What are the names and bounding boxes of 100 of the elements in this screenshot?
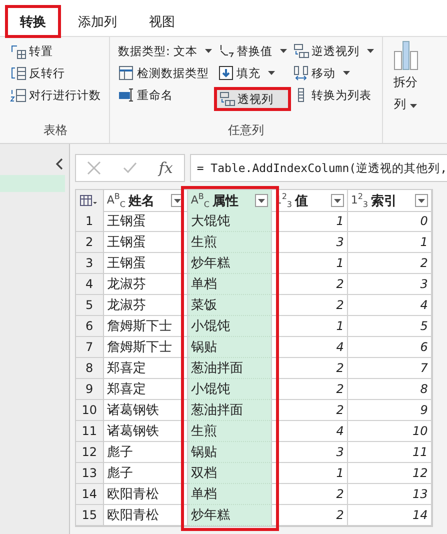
table-cell: 锅贴 [188, 442, 272, 463]
filter-dropdown-icon[interactable] [330, 194, 344, 207]
table-cell: 13 [348, 484, 432, 505]
row-number: 2 [76, 232, 104, 253]
table-cell: 11 [348, 442, 432, 463]
column-header[interactable]: 1$^{2}$$_{3}$ 索引 [348, 190, 432, 212]
move-icon [292, 65, 309, 81]
table-cell: 2 [272, 358, 348, 379]
table-cell: 小馄饨 [188, 316, 272, 337]
ribbon-button[interactable]: 逆透视列 [290, 40, 376, 62]
table-cell: 1 [272, 211, 348, 232]
row-number: 5 [76, 295, 104, 316]
table-cell: 生煎 [188, 421, 272, 442]
table-cell: 1 [272, 316, 348, 337]
ribbon-button[interactable]: 反转行 [8, 62, 103, 84]
pivot-icon [218, 91, 235, 107]
table-cell: 2 [272, 274, 348, 295]
ribbon-tab[interactable]: 视图 [137, 7, 187, 36]
check-icon[interactable] [122, 162, 137, 174]
table-cell: 小馄饨 [188, 379, 272, 400]
rename-icon [118, 87, 134, 103]
table-cell: 3 [272, 232, 348, 253]
table-cell: 0 [348, 211, 432, 232]
transpose-icon [10, 43, 26, 59]
row-number: 9 [76, 379, 104, 400]
ribbon-button[interactable]: 替换值 [216, 40, 289, 62]
ribbon-tab[interactable]: 转换 [8, 7, 58, 36]
table-cell: 炒年糕 [188, 253, 272, 274]
row-number: 15 [76, 505, 104, 526]
fx-label[interactable]: fx [158, 159, 173, 177]
ribbon-button[interactable]: 填充 [216, 62, 289, 84]
row-number: 3 [76, 253, 104, 274]
table-cell: 4 [272, 421, 348, 442]
count-rows-icon [10, 87, 26, 103]
table-cell: 3 [348, 274, 432, 295]
ribbon-button[interactable]: 检测数据类型 [116, 62, 214, 84]
table-cell: 大馄饨 [188, 211, 272, 232]
replace-icon [218, 43, 234, 59]
table-cell: 14 [348, 505, 432, 526]
table-menu-icon[interactable] [76, 190, 104, 212]
ribbon-button[interactable]: 对行进行计数 [8, 84, 103, 106]
table-cell: 2 [348, 253, 432, 274]
table-cell: 炒年糕 [188, 505, 272, 526]
table-icon [118, 65, 134, 81]
ribbon-button[interactable]: 转换为列表 [290, 84, 376, 106]
table-cell: 1 [348, 232, 432, 253]
table-cell: 12 [348, 463, 432, 484]
table-cell: 单档 [188, 274, 272, 295]
column-header[interactable]: A$^{B}$$_{C}$ 属性 [188, 190, 272, 212]
table-cell: 2 [272, 484, 348, 505]
ribbon-tab[interactable]: 添加列 [66, 7, 129, 36]
row-number: 7 [76, 337, 104, 358]
row-number: 8 [76, 358, 104, 379]
row-number: 4 [76, 274, 104, 295]
row-number: 10 [76, 400, 104, 421]
table-cell: 1 [272, 253, 348, 274]
table-cell: 8 [348, 379, 432, 400]
table-cell: 欧阳青松 [104, 505, 188, 526]
table-cell: 菜饭 [188, 295, 272, 316]
table-cell: 葱油拌面 [188, 400, 272, 421]
group-label: 表格 [42, 122, 68, 139]
table-cell: 2 [272, 505, 348, 526]
table-cell: 9 [348, 400, 432, 421]
table-cell: 7 [348, 358, 432, 379]
table-cell: 2 [272, 295, 348, 316]
table-cell: 2 [272, 400, 348, 421]
ribbon-button[interactable]: 转置 [8, 40, 103, 62]
fill-down-icon [218, 65, 234, 81]
table-cell: 锅贴 [188, 337, 272, 358]
filter-dropdown-icon[interactable] [254, 194, 268, 207]
table-cell: 6 [348, 337, 432, 358]
table-cell: 1 [272, 463, 348, 484]
table-cell: 3 [272, 442, 348, 463]
table-cell: 双档 [188, 463, 272, 484]
split-column-icon [392, 39, 420, 71]
row-number: 12 [76, 442, 104, 463]
formula-field[interactable]: = Table.AddIndexColumn(逆透视的其他列, [190, 154, 447, 182]
row-number: 14 [76, 484, 104, 505]
column-header[interactable]: A$^{B}$$_{C}$ 姓名 [104, 190, 188, 212]
pivot-icon [292, 43, 309, 59]
table-cell: 10 [348, 421, 432, 442]
table-cell: 2 [272, 379, 348, 400]
table-cell: 4 [348, 295, 432, 316]
ribbon-button[interactable]: 移动 [290, 62, 376, 84]
ribbon-button[interactable]: 重命名 [116, 84, 214, 106]
collapse-icon[interactable] [54, 158, 63, 170]
row-number: 11 [76, 421, 104, 442]
ribbon-button[interactable]: 透视列 [216, 88, 289, 110]
table-cell: 单档 [188, 484, 272, 505]
table-cell: 葱油拌面 [188, 358, 272, 379]
table-cell: 生煎 [188, 232, 272, 253]
group-label: 任意列 [226, 122, 265, 139]
table-cell: 4 [272, 337, 348, 358]
split-column-button[interactable]: 拆分 列 [388, 39, 423, 117]
row-number: 1 [76, 211, 104, 232]
row-number: 6 [76, 316, 104, 337]
filter-dropdown-icon[interactable] [414, 194, 428, 207]
ribbon-button[interactable]: 数据类型: 文本 [116, 40, 214, 62]
reverse-rows-icon [10, 65, 26, 81]
table-cell: 5 [348, 316, 432, 337]
